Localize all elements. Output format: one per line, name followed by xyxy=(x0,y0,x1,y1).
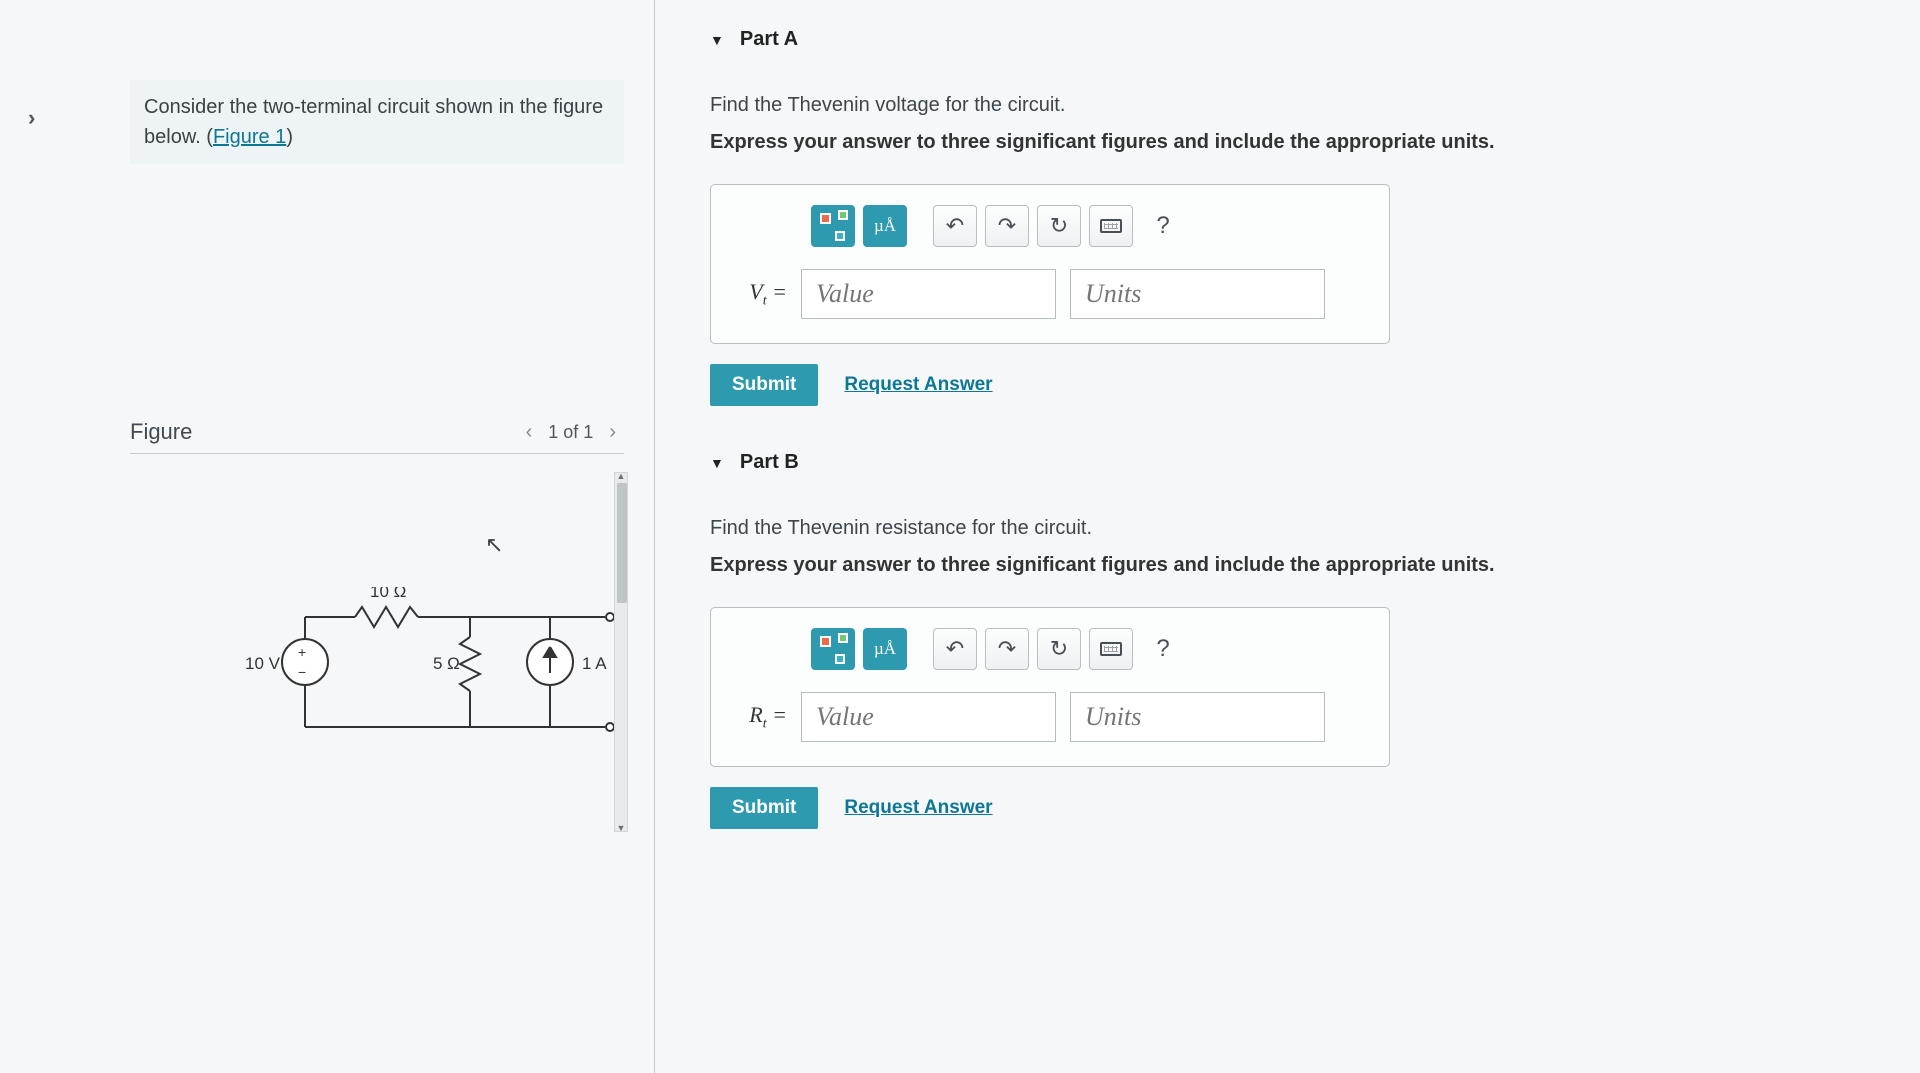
undo-button[interactable] xyxy=(933,628,977,670)
units-picker-button[interactable]: µÅ xyxy=(863,205,907,247)
scroll-thumb[interactable] xyxy=(617,483,627,603)
part-a-express: Express your answer to three significant… xyxy=(710,131,1890,154)
help-button[interactable]: ? xyxy=(1141,628,1185,670)
svg-text:−: − xyxy=(298,664,306,680)
part-a-units-input[interactable] xyxy=(1070,269,1325,319)
figure-viewport: ↖ xyxy=(130,472,624,872)
figure-link[interactable]: Figure 1 xyxy=(213,126,286,148)
part-a-title: Part A xyxy=(740,28,798,51)
undo-button[interactable] xyxy=(933,205,977,247)
keyboard-icon xyxy=(1100,219,1122,233)
collapse-caret-icon: ▼ xyxy=(710,32,724,48)
part-b-input-row: Rt = xyxy=(733,692,1367,742)
problem-statement: Consider the two-terminal circuit shown … xyxy=(130,80,624,164)
reset-icon xyxy=(1050,636,1068,662)
cursor-icon: ↖ xyxy=(485,532,503,558)
part-a-input-row: Vt = xyxy=(733,269,1367,319)
part-b-title: Part B xyxy=(740,451,799,474)
redo-icon xyxy=(998,636,1016,662)
part-b-header[interactable]: ▼ Part B xyxy=(710,451,1890,474)
circuit-diagram: + − 10 V 10 Ω 5 Ω 1 A xyxy=(190,587,620,767)
collapse-caret-icon: ▼ xyxy=(710,455,724,471)
part-a-submit-row: Submit Request Answer xyxy=(710,364,1890,406)
part-a-instruction: Find the Thevenin voltage for the circui… xyxy=(710,89,1890,121)
templates-button[interactable] xyxy=(811,205,855,247)
part-b-variable-label: Rt = xyxy=(733,702,787,732)
part-b-units-input[interactable] xyxy=(1070,692,1325,742)
figure-scrollbar[interactable]: ▲ ▼ xyxy=(614,472,628,832)
problem-pane: › Consider the two-terminal circuit show… xyxy=(0,0,655,1073)
reset-button[interactable] xyxy=(1037,628,1081,670)
part-a-request-answer-link[interactable]: Request Answer xyxy=(844,374,992,396)
redo-button[interactable] xyxy=(985,628,1029,670)
scroll-up-icon[interactable]: ▲ xyxy=(615,471,627,481)
figure-nav: ‹ 1 of 1 › xyxy=(526,421,616,444)
part-a-variable-label: Vt = xyxy=(733,279,787,309)
keyboard-button[interactable] xyxy=(1089,205,1133,247)
reset-icon xyxy=(1050,213,1068,239)
units-picker-button[interactable]: µÅ xyxy=(863,628,907,670)
redo-icon xyxy=(998,213,1016,239)
templates-button[interactable] xyxy=(811,628,855,670)
keyboard-button[interactable] xyxy=(1089,628,1133,670)
r-top-label: 10 Ω xyxy=(370,587,406,601)
part-b-submit-button[interactable]: Submit xyxy=(710,787,818,829)
expand-toggle[interactable]: › xyxy=(28,105,35,131)
figure-next-button[interactable]: › xyxy=(609,421,616,444)
redo-button[interactable] xyxy=(985,205,1029,247)
part-b-express: Express your answer to three significant… xyxy=(710,554,1890,577)
figure-divider xyxy=(130,453,624,454)
help-button[interactable]: ? xyxy=(1141,205,1185,247)
figure-prev-button[interactable]: ‹ xyxy=(526,421,533,444)
svg-text:+: + xyxy=(298,644,306,660)
part-a-header[interactable]: ▼ Part A xyxy=(710,28,1890,51)
keyboard-icon xyxy=(1100,642,1122,656)
figure-header: Figure ‹ 1 of 1 › xyxy=(130,419,624,445)
part-b-toolbar: µÅ ? xyxy=(811,628,1367,670)
voltage-source-label: 10 V xyxy=(245,654,281,673)
problem-text-close: ) xyxy=(286,126,293,148)
part-a-submit-button[interactable]: Submit xyxy=(710,364,818,406)
undo-icon xyxy=(946,213,964,239)
part-a-answer-frame: µÅ ? Vt = xyxy=(710,184,1390,344)
figure-counter: 1 of 1 xyxy=(548,422,593,443)
reset-button[interactable] xyxy=(1037,205,1081,247)
part-a: ▼ Part A Find the Thevenin voltage for t… xyxy=(710,28,1890,406)
part-b-answer-frame: µÅ ? Rt = xyxy=(710,607,1390,767)
current-source-label: 1 A xyxy=(582,654,607,673)
scroll-down-icon[interactable]: ▼ xyxy=(615,823,627,833)
figure-title: Figure xyxy=(130,419,192,445)
part-b-instruction: Find the Thevenin resistance for the cir… xyxy=(710,512,1890,544)
answer-pane: ▼ Part A Find the Thevenin voltage for t… xyxy=(655,0,1920,1073)
part-b: ▼ Part B Find the Thevenin resistance fo… xyxy=(710,451,1890,829)
part-b-submit-row: Submit Request Answer xyxy=(710,787,1890,829)
part-b-value-input[interactable] xyxy=(801,692,1056,742)
part-a-value-input[interactable] xyxy=(801,269,1056,319)
part-a-toolbar: µÅ ? xyxy=(811,205,1367,247)
r-mid-label: 5 Ω xyxy=(433,654,460,673)
undo-icon xyxy=(946,636,964,662)
part-b-request-answer-link[interactable]: Request Answer xyxy=(844,797,992,819)
